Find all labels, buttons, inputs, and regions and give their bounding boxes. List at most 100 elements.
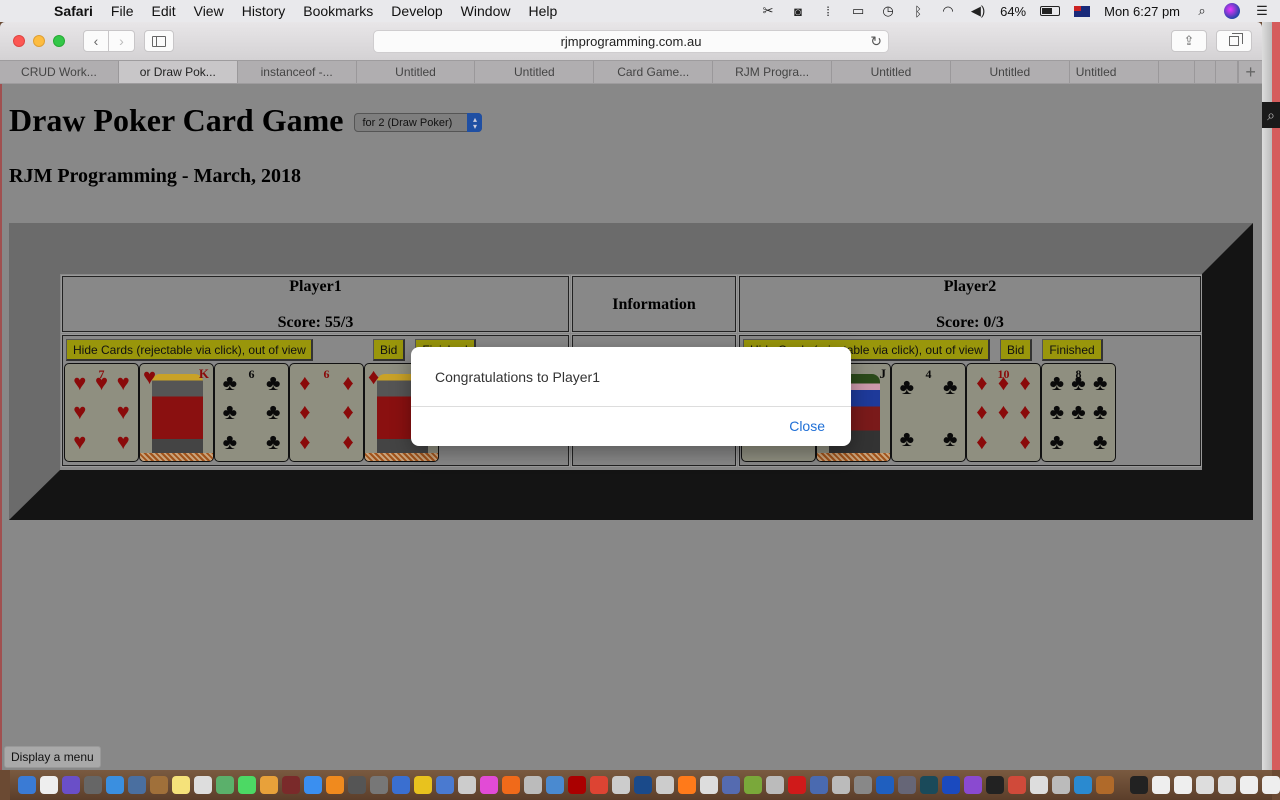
- dock-app-icon[interactable]: [304, 776, 322, 794]
- dock-app-icon[interactable]: [62, 776, 80, 794]
- dock-app-icon[interactable]: [40, 776, 58, 794]
- sidebar-toggle-button[interactable]: [144, 30, 174, 52]
- dock-app-icon[interactable]: [480, 776, 498, 794]
- dock-app-icon[interactable]: [150, 776, 168, 794]
- dock-app-icon[interactable]: [568, 776, 586, 794]
- spotlight-search-icon[interactable]: ⌕: [1194, 3, 1210, 18]
- dock-app-icon[interactable]: [986, 776, 1004, 794]
- tab[interactable]: Untitled: [357, 61, 476, 83]
- dock-app-icon[interactable]: [1008, 776, 1026, 794]
- dock-app-icon[interactable]: [832, 776, 850, 794]
- dock-app-icon[interactable]: [590, 776, 608, 794]
- dock-document-icon[interactable]: [1240, 776, 1258, 794]
- dock-app-icon[interactable]: [106, 776, 124, 794]
- dock-app-icon[interactable]: [964, 776, 982, 794]
- tab-active[interactable]: or Draw Pok...: [118, 61, 238, 83]
- tab-collapsed[interactable]: [1159, 61, 1195, 83]
- dock-document-icon[interactable]: [1262, 776, 1280, 794]
- show-all-tabs-button[interactable]: [1216, 30, 1252, 52]
- bluetooth-icon[interactable]: ᛒ: [910, 4, 926, 19]
- dock-app-icon[interactable]: [458, 776, 476, 794]
- clock[interactable]: Mon 6:27 pm: [1104, 4, 1180, 19]
- tab[interactable]: CRUD Work...: [0, 61, 119, 83]
- dock-app-icon[interactable]: [238, 776, 256, 794]
- dock-app-icon[interactable]: [766, 776, 784, 794]
- dock-app-icon[interactable]: [370, 776, 388, 794]
- dock-app-icon[interactable]: [854, 776, 872, 794]
- dock-app-icon[interactable]: [502, 776, 520, 794]
- alert-close-button[interactable]: Close: [789, 418, 825, 434]
- dock-app-icon[interactable]: [788, 776, 806, 794]
- dock-app-icon[interactable]: [678, 776, 696, 794]
- tab-collapsed[interactable]: [1195, 61, 1217, 83]
- dock-app-icon[interactable]: [722, 776, 740, 794]
- menu-history[interactable]: History: [242, 3, 286, 19]
- dock-app-icon[interactable]: [898, 776, 916, 794]
- wifi-icon[interactable]: ◠: [940, 3, 956, 18]
- dock-app-icon[interactable]: [260, 776, 278, 794]
- menu-file[interactable]: File: [111, 3, 134, 19]
- fullscreen-window-button[interactable]: [53, 35, 65, 47]
- dock-app-icon[interactable]: [1052, 776, 1070, 794]
- dock-app-icon[interactable]: [700, 776, 718, 794]
- siri-icon[interactable]: [1224, 3, 1240, 19]
- dock-app-icon[interactable]: [348, 776, 366, 794]
- reload-icon[interactable]: ↻: [870, 33, 882, 50]
- dock-app-icon[interactable]: [436, 776, 454, 794]
- dock-app-icon[interactable]: [634, 776, 652, 794]
- menu-view[interactable]: View: [194, 3, 224, 19]
- dock-document-icon[interactable]: [1152, 776, 1170, 794]
- playing-card[interactable]: ♣ ♣ ♣ ♣ ♣ ♣ 6: [214, 363, 289, 462]
- menu-bookmarks[interactable]: Bookmarks: [303, 3, 373, 19]
- playing-card[interactable]: ♥ ♥ ♥ ♥ ♥ ♥ ♥ 7: [64, 363, 139, 462]
- airplay-icon[interactable]: ▭: [850, 3, 866, 18]
- dock-app-icon[interactable]: [216, 776, 234, 794]
- game-type-select[interactable]: for 2 (Draw Poker) ▴ ▾: [354, 113, 483, 132]
- tab[interactable]: Untitled: [951, 61, 1070, 83]
- dock-app-icon[interactable]: [1130, 776, 1148, 794]
- player2-finished-button[interactable]: Finished: [1042, 339, 1103, 361]
- dock-app-icon[interactable]: [810, 776, 828, 794]
- dock-app-icon[interactable]: [1030, 776, 1048, 794]
- share-button[interactable]: ⇪: [1171, 30, 1207, 52]
- menu-edit[interactable]: Edit: [151, 3, 175, 19]
- dock-app-icon[interactable]: [326, 776, 344, 794]
- dock-app-icon[interactable]: [172, 776, 190, 794]
- dock-app-icon[interactable]: [612, 776, 630, 794]
- playing-card[interactable]: ♣ ♣ ♣ ♣ ♣ ♣ ♣ ♣ 8: [1041, 363, 1116, 462]
- tab[interactable]: Card Game...: [594, 61, 714, 83]
- tab[interactable]: instanceof -...: [238, 61, 357, 83]
- forward-button[interactable]: ›: [109, 30, 135, 52]
- dock-app-icon[interactable]: [920, 776, 938, 794]
- dock-app-icon[interactable]: [546, 776, 564, 794]
- player2-bid-button[interactable]: Bid: [1000, 339, 1033, 361]
- dock-app-icon[interactable]: [524, 776, 542, 794]
- menu-window[interactable]: Window: [461, 3, 511, 19]
- menu-app-name[interactable]: Safari: [54, 3, 93, 19]
- dock-app-icon[interactable]: [282, 776, 300, 794]
- volume-icon[interactable]: ◀): [970, 3, 986, 18]
- dock-document-icon[interactable]: [1196, 776, 1214, 794]
- dock-app-icon[interactable]: [84, 776, 102, 794]
- new-tab-button[interactable]: +: [1238, 61, 1262, 83]
- dock-document-icon[interactable]: [1174, 776, 1192, 794]
- playing-card[interactable]: ♦ ♦ ♦ ♦ ♦ ♦ ♦ ♦ 10: [966, 363, 1041, 462]
- tab[interactable]: Untitled: [475, 61, 595, 83]
- activity-icon[interactable]: ⁞: [820, 4, 836, 19]
- dock-app-icon[interactable]: [1096, 776, 1114, 794]
- time-machine-icon[interactable]: ◷: [880, 3, 896, 18]
- menu-develop[interactable]: Develop: [391, 3, 442, 19]
- playing-card[interactable]: ♣ ♣ ♣ ♣ 4: [891, 363, 966, 462]
- tab[interactable]: RJM Progra...: [713, 61, 833, 83]
- close-window-button[interactable]: [13, 35, 25, 47]
- back-button[interactable]: ‹: [83, 30, 109, 52]
- dock-app-icon[interactable]: [128, 776, 146, 794]
- dock-app-icon[interactable]: [1074, 776, 1092, 794]
- address-bar[interactable]: rjmprogramming.com.au ↻: [373, 30, 889, 53]
- dock-app-icon[interactable]: [942, 776, 960, 794]
- player1-bid-button[interactable]: Bid: [373, 339, 406, 361]
- minimize-window-button[interactable]: [33, 35, 45, 47]
- menu-help[interactable]: Help: [528, 3, 557, 19]
- dock-app-icon[interactable]: [414, 776, 432, 794]
- tab-collapsed[interactable]: [1216, 61, 1239, 83]
